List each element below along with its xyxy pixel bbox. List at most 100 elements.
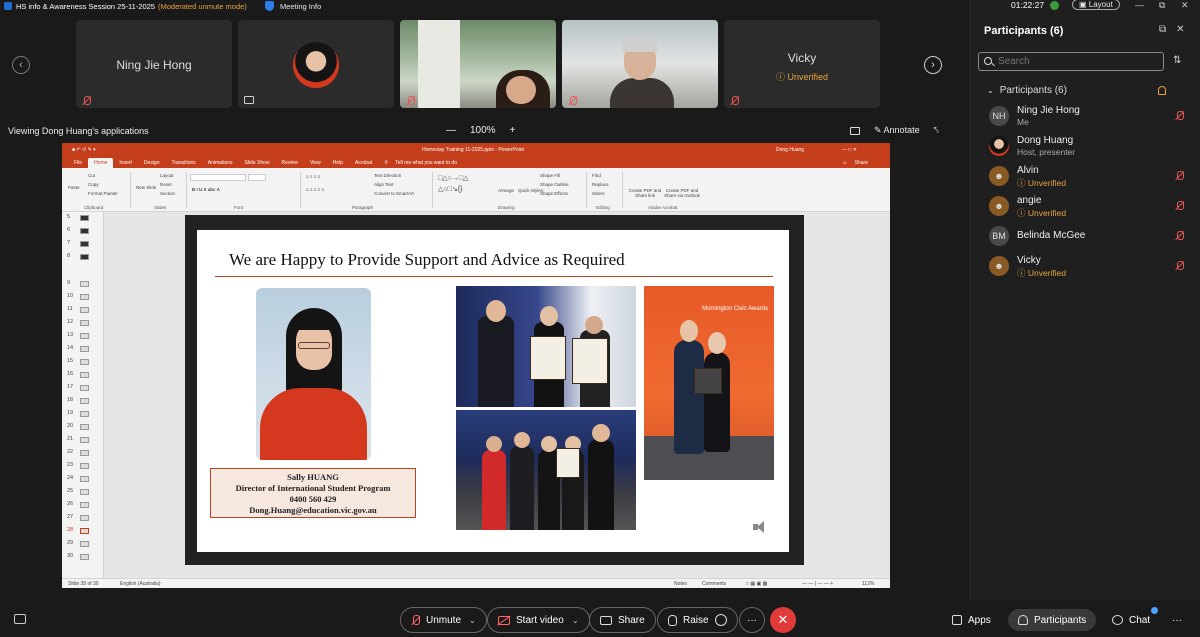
- font-format-buttons[interactable]: B I U S abc A: [192, 187, 220, 192]
- shape-fill-button[interactable]: Shape Fill: [540, 173, 560, 178]
- thumbnail[interactable]: 14: [62, 345, 102, 355]
- replace-button[interactable]: Replace: [592, 182, 609, 187]
- participant-row[interactable]: ☻ Alvin ⓘ Unverified: [989, 163, 1189, 191]
- start-video-button[interactable]: Start video ⌄: [487, 607, 590, 633]
- thumbnail[interactable]: 20: [62, 423, 102, 433]
- cut-button[interactable]: Cut: [88, 173, 95, 178]
- text-direction-button[interactable]: Text Direction: [374, 173, 401, 178]
- thumbnail[interactable]: 24: [62, 475, 102, 485]
- tell-me-search[interactable]: ⚲ Tell me what you want to do: [378, 158, 469, 168]
- apps-button[interactable]: Apps: [942, 609, 1001, 631]
- thumbnail[interactable]: 12: [62, 319, 102, 329]
- tab-insert[interactable]: Insert: [113, 158, 138, 168]
- reset-button[interactable]: Reset: [160, 182, 172, 187]
- thumbnail[interactable]: 25: [62, 488, 102, 498]
- paragraph-list-buttons[interactable]: ≡ ≡ ≡ ≡: [306, 174, 320, 179]
- thumbnail[interactable]: 10: [62, 293, 102, 303]
- view-buttons[interactable]: □ ▦ ▣ ▩: [746, 581, 767, 587]
- ppt-share-button[interactable]: ☺ Share: [836, 158, 880, 168]
- tab-home[interactable]: Home: [88, 158, 114, 168]
- muted-mic-icon[interactable]: [1175, 201, 1184, 210]
- restore-icon[interactable]: ⧉: [1159, 0, 1165, 11]
- thumbnail[interactable]: 9: [62, 280, 102, 290]
- shape-outline-button[interactable]: Shape Outline: [540, 182, 569, 187]
- shapes-gallery-row2[interactable]: △○□↘{}: [438, 185, 462, 193]
- find-button[interactable]: Find: [592, 173, 601, 178]
- notes-button[interactable]: Notes: [674, 581, 687, 587]
- video-tile-camera-2[interactable]: [562, 20, 718, 108]
- format-painter-button[interactable]: Format Painter: [88, 191, 118, 196]
- layout-button[interactable]: Layout: [160, 173, 174, 178]
- video-tile-vicky[interactable]: Vicky ⓘ Unverified: [724, 20, 880, 108]
- share-button[interactable]: Share: [589, 607, 656, 633]
- language-indicator[interactable]: English (Australia): [120, 581, 161, 587]
- thumbnail[interactable]: 16: [62, 371, 102, 381]
- tab-help[interactable]: Help: [327, 158, 349, 168]
- shape-effects-button[interactable]: Shape Effects: [540, 191, 568, 196]
- tab-animations[interactable]: Animations: [202, 158, 239, 168]
- thumbnail[interactable]: 30: [62, 553, 102, 563]
- annotate-button[interactable]: ✎ Annotate: [874, 125, 920, 136]
- chevron-down-icon[interactable]: ⌄: [469, 616, 476, 625]
- thumbnail[interactable]: 23: [62, 462, 102, 472]
- thumbnail[interactable]: 7: [62, 240, 102, 250]
- participant-row[interactable]: ☻ angie ⓘ Unverified: [989, 193, 1189, 221]
- paragraph-align-buttons[interactable]: ≡ ≡ ≡ ≡ ≡: [306, 187, 324, 192]
- font-size-box[interactable]: [248, 174, 266, 181]
- tab-view[interactable]: View: [304, 158, 327, 168]
- align-text-button[interactable]: Align Text: [374, 182, 393, 187]
- reactions-icon[interactable]: [714, 614, 727, 626]
- overflow-button[interactable]: ···: [1162, 609, 1192, 631]
- paste-button[interactable]: Paste: [68, 185, 80, 190]
- raise-hand-button[interactable]: Raise: [657, 607, 738, 633]
- expand-icon[interactable]: ⤣: [934, 125, 939, 136]
- create-pdf-outlook-button[interactable]: Create PDF and Share via Outlook: [662, 188, 702, 198]
- more-options-button[interactable]: ···: [739, 607, 765, 633]
- thumbnail[interactable]: 22: [62, 449, 102, 459]
- participant-row[interactable]: NH Ning Jie Hong Me: [989, 103, 1189, 131]
- unmute-button[interactable]: Unmute ⌄: [400, 607, 487, 633]
- shapes-gallery[interactable]: □△○→□△: [438, 174, 468, 182]
- participant-row[interactable]: Dong Huang Host, presenter: [989, 133, 1189, 161]
- thumbnail[interactable]: 17: [62, 384, 102, 394]
- chevron-right-icon[interactable]: ›: [924, 56, 942, 74]
- section-button[interactable]: Section: [160, 191, 175, 196]
- new-slide-button[interactable]: New Slide: [136, 185, 156, 190]
- thumbnail[interactable]: 15: [62, 358, 102, 368]
- close-panel-icon[interactable]: ✕: [1176, 24, 1184, 35]
- thumbnail[interactable]: 19: [62, 410, 102, 420]
- tab-transitions[interactable]: Transitions: [166, 158, 202, 168]
- video-tile-camera-1[interactable]: [400, 20, 556, 108]
- thumbnail[interactable]: 27: [62, 514, 102, 524]
- ppt-zoom-level[interactable]: 112%: [862, 581, 874, 587]
- participant-row[interactable]: BM Belinda McGee: [989, 223, 1189, 251]
- zoom-out-button[interactable]: —: [446, 125, 456, 136]
- copy-button[interactable]: Copy: [88, 182, 99, 187]
- muted-mic-icon[interactable]: [1175, 231, 1184, 240]
- chevron-down-icon[interactable]: ⌄: [572, 616, 579, 625]
- zoom-slider[interactable]: — — | — — +: [802, 581, 833, 587]
- slide-canvas[interactable]: We are Happy to Provide Support and Advi…: [104, 212, 890, 578]
- chevron-left-icon[interactable]: ‹: [12, 56, 30, 74]
- layout-button[interactable]: ▣ Layout: [1072, 0, 1120, 10]
- video-tile-ning-jie-hong[interactable]: Ning Jie Hong: [76, 20, 232, 108]
- search-input[interactable]: [978, 52, 1164, 71]
- close-icon[interactable]: ✕: [1181, 0, 1189, 11]
- participants-group-header[interactable]: ⌄ Participants (6): [987, 85, 1067, 96]
- sort-icon[interactable]: ⇅: [1173, 55, 1181, 66]
- thumbnail[interactable]: 13: [62, 332, 102, 342]
- font-name-box[interactable]: [190, 174, 246, 181]
- leave-meeting-button[interactable]: ✕: [770, 607, 796, 633]
- popout-icon[interactable]: [850, 126, 860, 135]
- thumbnail[interactable]: 21: [62, 436, 102, 446]
- thumbnail-current[interactable]: 28: [62, 527, 102, 537]
- create-pdf-share-link-button[interactable]: Create PDF and Share link: [628, 188, 662, 198]
- thumbnail[interactable]: 18: [62, 397, 102, 407]
- participant-row[interactable]: ☻ Vicky ⓘ Unverified: [989, 253, 1189, 281]
- tab-slide-show[interactable]: Slide Show: [239, 158, 276, 168]
- thumbnail[interactable]: 5: [62, 214, 102, 224]
- tab-acrobat[interactable]: Acrobat: [349, 158, 378, 168]
- tab-file[interactable]: File: [68, 158, 88, 168]
- muted-mic-icon[interactable]: [1175, 261, 1184, 270]
- thumbnail[interactable]: 29: [62, 540, 102, 550]
